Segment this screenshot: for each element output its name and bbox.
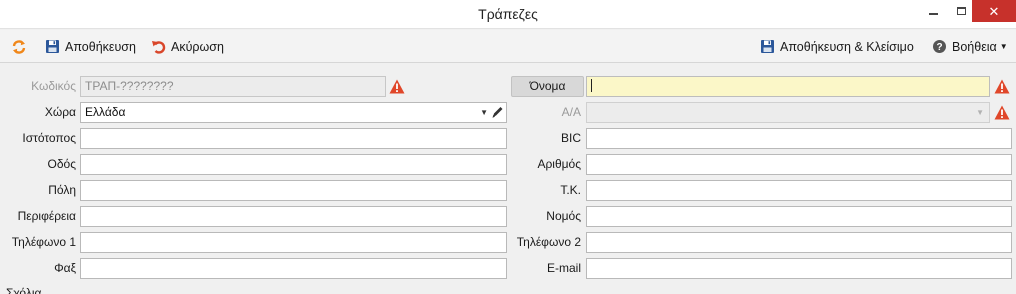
phone2-label: Τηλέφωνο 2 bbox=[516, 235, 581, 249]
phone2-field[interactable] bbox=[586, 232, 1012, 253]
warning-icon bbox=[389, 79, 405, 94]
edit-pencil-icon[interactable] bbox=[491, 105, 504, 119]
comments-label: Σχόλια bbox=[6, 286, 42, 294]
city-field[interactable] bbox=[80, 180, 507, 201]
fax-label: Φαξ bbox=[54, 261, 76, 275]
email-field[interactable] bbox=[586, 258, 1012, 279]
aa-select: ▼ bbox=[586, 102, 990, 123]
help-icon: ? bbox=[933, 40, 946, 53]
warning-icon bbox=[994, 105, 1010, 120]
prefecture-field[interactable] bbox=[586, 206, 1012, 227]
minimize-icon bbox=[928, 13, 938, 15]
prefecture-label: Νομός bbox=[546, 209, 581, 223]
window-title: Τράπεζες bbox=[478, 6, 538, 22]
save-label: Αποθήκευση bbox=[65, 39, 136, 54]
save-close-button[interactable]: Αποθήκευση & Κλείσιμο bbox=[760, 36, 914, 57]
website-label: Ιστότοπος bbox=[22, 131, 76, 145]
undo-icon bbox=[152, 41, 166, 54]
chevron-down-icon: ▼ bbox=[976, 108, 984, 117]
country-label: Χώρα bbox=[44, 105, 76, 119]
code-label: Κωδικός bbox=[31, 79, 76, 93]
toolbar: Αποθήκευση Ακύρωση Αποθήκευση & Κλείσιμο… bbox=[0, 30, 1016, 63]
title-bar: Τράπεζες ✕ bbox=[0, 0, 1016, 29]
minimize-button[interactable] bbox=[919, 0, 947, 22]
chevron-down-icon[interactable]: ▼ bbox=[480, 103, 488, 122]
fax-field[interactable] bbox=[80, 258, 507, 279]
refresh-button[interactable] bbox=[11, 36, 27, 57]
text-cursor bbox=[591, 79, 592, 93]
bic-field[interactable] bbox=[586, 128, 1012, 149]
phone1-label: Τηλέφωνο 1 bbox=[11, 235, 76, 249]
postal-label: Τ.Κ. bbox=[560, 183, 581, 197]
refresh-icon bbox=[12, 39, 26, 54]
close-icon: ✕ bbox=[988, 3, 1000, 19]
svg-text:?: ? bbox=[936, 42, 942, 53]
warning-icon bbox=[994, 79, 1010, 94]
number-field[interactable] bbox=[586, 154, 1012, 175]
save-close-label: Αποθήκευση & Κλείσιμο bbox=[780, 39, 914, 54]
region-field[interactable] bbox=[80, 206, 507, 227]
city-label: Πόλη bbox=[48, 183, 76, 197]
phone1-field[interactable] bbox=[80, 232, 507, 253]
region-label: Περιφέρεια bbox=[17, 209, 76, 223]
number-label: Αριθμός bbox=[537, 157, 581, 171]
bic-label: BIC bbox=[560, 131, 581, 145]
help-menu-button[interactable]: ? Βοήθεια ▼ bbox=[932, 36, 1008, 57]
postal-field[interactable] bbox=[586, 180, 1012, 201]
country-value: Ελλάδα bbox=[85, 105, 126, 119]
close-button[interactable]: ✕ bbox=[972, 0, 1016, 22]
email-label: E-mail bbox=[546, 261, 581, 275]
save-button[interactable]: Αποθήκευση bbox=[45, 36, 136, 57]
street-label: Οδός bbox=[47, 157, 76, 171]
name-label: Όνομα bbox=[511, 76, 584, 97]
website-field[interactable] bbox=[80, 128, 507, 149]
country-select[interactable]: Ελλάδα ▼ bbox=[80, 102, 507, 123]
code-field: ΤΡΑΠ-???????? bbox=[80, 76, 386, 97]
save-close-icon bbox=[761, 40, 774, 53]
aa-label: Α/Α bbox=[561, 105, 581, 119]
cancel-button[interactable]: Ακύρωση bbox=[151, 36, 224, 57]
chevron-down-icon: ▼ bbox=[999, 42, 1008, 51]
help-label: Βοήθεια bbox=[952, 39, 997, 54]
name-field[interactable] bbox=[586, 76, 990, 97]
save-icon bbox=[46, 40, 59, 53]
maximize-icon bbox=[956, 7, 966, 15]
maximize-button[interactable] bbox=[947, 0, 975, 22]
street-field[interactable] bbox=[80, 154, 507, 175]
cancel-label: Ακύρωση bbox=[171, 39, 224, 54]
bank-form-window: Τράπεζες ✕ Αποθήκευση Ακύρωση Αποθήκευση… bbox=[0, 0, 1016, 294]
